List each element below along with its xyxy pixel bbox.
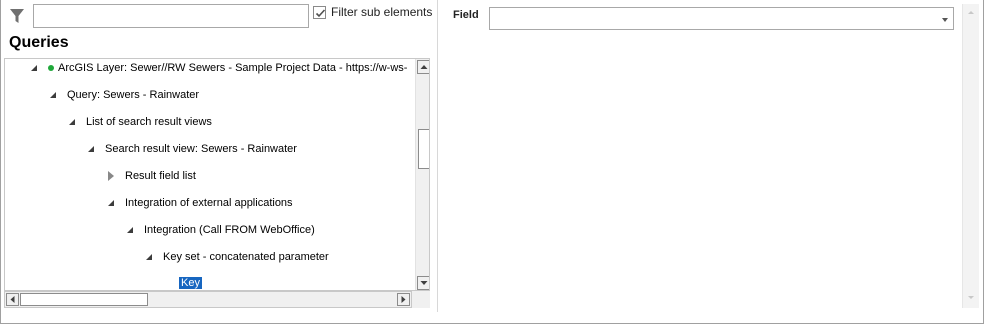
filter-sub-elements-checkbox[interactable] <box>313 6 326 19</box>
expanded-arrow-icon[interactable] <box>108 200 114 206</box>
chevron-down-icon[interactable] <box>942 18 948 22</box>
tree-node-key[interactable]: Key <box>179 274 202 290</box>
scroll-right-button[interactable] <box>397 293 410 306</box>
filter-sub-elements-label[interactable]: Filter sub elements <box>331 5 432 19</box>
funnel-icon[interactable] <box>8 7 26 25</box>
query-tree[interactable]: ArcGIS Layer: Sewer//RW Sewers - Sample … <box>4 58 430 291</box>
arrow-up-icon <box>420 65 428 69</box>
checkmark-icon <box>315 9 326 18</box>
tree-node-label: Key set - concatenated parameter <box>163 251 329 263</box>
expanded-arrow-icon[interactable] <box>146 254 152 260</box>
panel-divider[interactable] <box>437 0 438 312</box>
tree-node-label: ArcGIS Layer: Sewer//RW Sewers - Sample … <box>58 62 408 74</box>
tree-node-label: Search result view: Sewers - Rainwater <box>105 143 297 155</box>
scroll-thumb[interactable] <box>418 129 429 169</box>
arrow-up-icon[interactable] <box>965 6 977 18</box>
collapsed-arrow-icon[interactable] <box>108 171 114 181</box>
tree-node-label-selected: Key <box>179 277 202 289</box>
tree-vertical-scrollbar[interactable] <box>415 59 429 290</box>
arrow-left-icon <box>10 296 15 303</box>
tree-node-label: Integration of external applications <box>125 197 293 209</box>
scroll-down-button[interactable] <box>417 276 429 290</box>
scroll-thumb[interactable] <box>20 293 148 306</box>
tree-horizontal-scrollbar[interactable] <box>4 291 412 308</box>
arrow-right-icon <box>401 296 406 303</box>
filter-input[interactable] <box>33 4 309 28</box>
scroll-up-button[interactable] <box>417 60 429 74</box>
expanded-arrow-icon[interactable] <box>127 227 133 233</box>
tree-node-label: Result field list <box>125 170 196 182</box>
queries-panel: Filter sub elements Queries ArcGIS Layer… <box>0 0 437 312</box>
status-dot-icon <box>48 65 54 71</box>
details-vertical-scrollbar[interactable] <box>962 4 979 308</box>
arrow-down-icon <box>420 281 428 285</box>
expanded-arrow-icon[interactable] <box>31 65 37 71</box>
field-combobox[interactable] <box>489 7 954 30</box>
arrow-down-icon[interactable] <box>965 292 977 304</box>
expanded-arrow-icon[interactable] <box>88 146 94 152</box>
expanded-arrow-icon[interactable] <box>69 119 75 125</box>
scroll-left-button[interactable] <box>6 293 19 306</box>
scrollbar-corner <box>412 291 430 308</box>
expanded-arrow-icon[interactable] <box>50 92 56 98</box>
tree-node-label: Query: Sewers - Rainwater <box>67 89 200 101</box>
queries-title: Queries <box>9 34 69 51</box>
tree-node-label: List of search result views <box>86 116 212 128</box>
field-label: Field <box>453 9 479 21</box>
tree-node-label: Integration (Call FROM WebOffice) <box>144 224 315 236</box>
